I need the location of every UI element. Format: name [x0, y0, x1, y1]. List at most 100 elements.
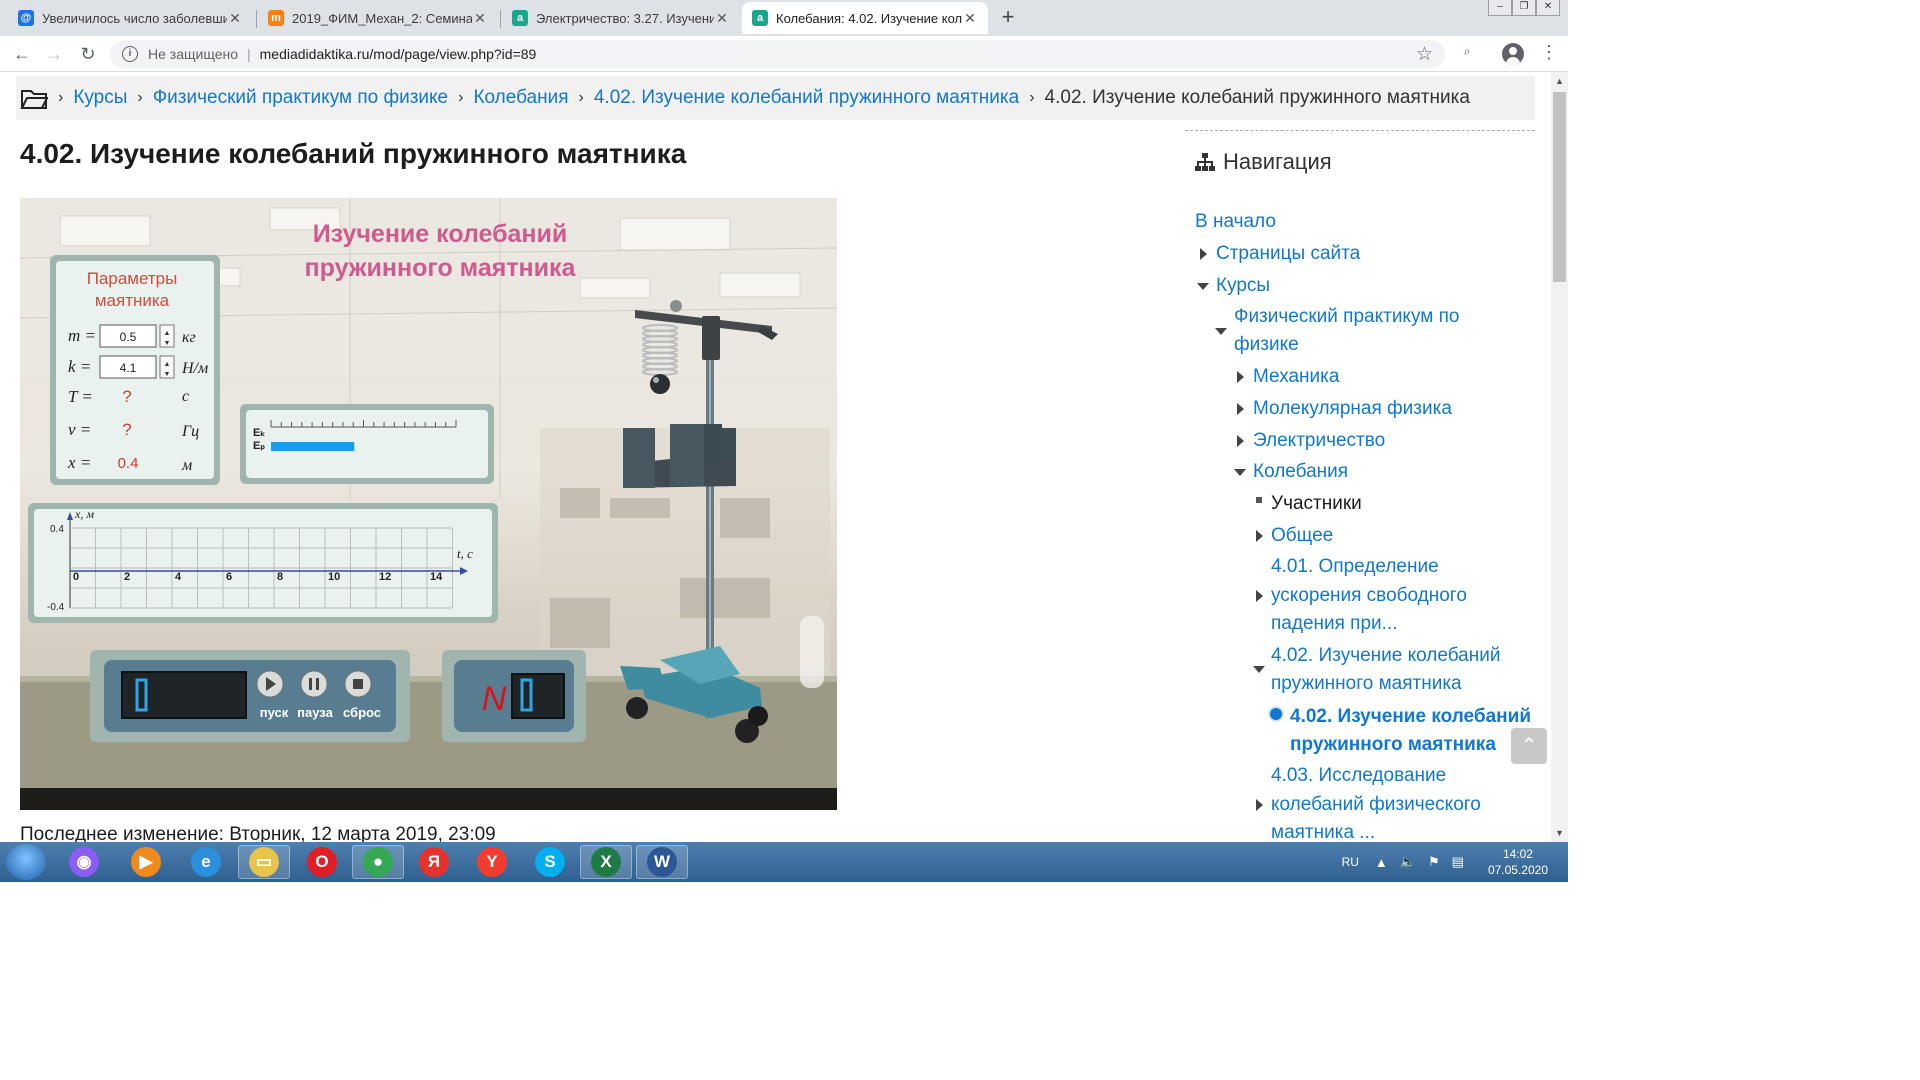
taskbar-app[interactable]: e — [180, 845, 232, 879]
nav-general[interactable]: Общее — [1271, 522, 1333, 550]
start-button[interactable] — [6, 844, 46, 880]
nav-item-401-line2[interactable]: ускорения свободного — [1271, 582, 1467, 610]
caret-down-icon[interactable] — [1253, 666, 1265, 673]
network-icon[interactable]: ▤ — [1452, 854, 1464, 870]
graph-x-tick-label: 0 — [73, 571, 79, 583]
flag-icon[interactable]: ⚑ — [1428, 854, 1440, 870]
taskbar-app[interactable]: Я — [408, 845, 460, 879]
taskbar-app[interactable]: O — [296, 845, 348, 879]
taskbar-app[interactable]: Y — [466, 845, 518, 879]
browser-tab-active[interactable]: a Колебания: 4.02. Изучение коле ✕ — [742, 2, 988, 34]
pause-button-label[interactable]: пауза — [297, 705, 333, 720]
param-T-unit: с — [182, 388, 189, 405]
skype-icon: S — [535, 847, 565, 877]
breadcrumb: › Курсы › Физический практикум по физике… — [16, 76, 1535, 120]
caret-down-icon[interactable] — [1215, 328, 1227, 335]
nav-home-link[interactable]: В начало — [1195, 208, 1276, 236]
nav-item-402-line2[interactable]: пружинного маятника — [1271, 670, 1462, 698]
nav-molecular[interactable]: Молекулярная физика — [1253, 395, 1452, 423]
browser-tab[interactable]: @ Увеличилось число заболевши ✕ — [8, 2, 253, 34]
address-bar[interactable]: i Не защищено | mediadidaktika.ru/mod/pa… — [110, 40, 1445, 68]
start-button-label[interactable]: пуск — [260, 705, 289, 720]
nav-course-line2[interactable]: физике — [1234, 331, 1299, 359]
caret-down-icon[interactable] — [1197, 283, 1209, 290]
restore-button[interactable]: ❐ — [1512, 0, 1536, 16]
menu-dots-icon[interactable]: ⋮ — [1540, 42, 1558, 63]
profile-avatar[interactable] — [1502, 43, 1524, 65]
nav-item-403-line1[interactable]: 4.03. Исследование — [1271, 762, 1446, 790]
search-extension-icon[interactable]: ⌕ — [1458, 44, 1476, 62]
language-indicator[interactable]: RU — [1342, 855, 1359, 869]
close-icon[interactable]: ✕ — [962, 10, 978, 27]
param-m-input[interactable]: 0.5 — [120, 330, 137, 344]
alice-icon: ◉ — [69, 847, 99, 877]
scroll-down-icon[interactable]: ▼ — [1555, 828, 1564, 838]
taskbar-app[interactable]: X — [580, 845, 632, 879]
caret-right-icon[interactable] — [1256, 799, 1263, 811]
taskbar-app[interactable]: ◉ — [58, 845, 110, 879]
excel-icon: X — [591, 847, 621, 877]
breadcrumb-link-courses[interactable]: Курсы — [73, 87, 127, 109]
volume-icon[interactable]: 🔈 — [1400, 854, 1416, 870]
close-icon[interactable]: ✕ — [227, 10, 243, 27]
dashboard-folder-icon[interactable] — [20, 86, 48, 110]
scrollbar-thumb[interactable] — [1553, 92, 1566, 282]
scroll-up-icon[interactable]: ▲ — [1555, 76, 1564, 86]
caret-down-icon[interactable] — [1234, 469, 1246, 476]
page-scrollbar[interactable]: ▲ ▼ — [1551, 72, 1568, 842]
windows-taskbar: ◉ ▶ e ▭ O ● Я Y S X W RU ▲ 🔈 ⚑ ▤ 14:02 07.05.2020 — [0, 842, 1568, 882]
nav-current-page-line2[interactable]: пружинного маятника — [1290, 731, 1496, 759]
close-icon[interactable]: ✕ — [714, 10, 730, 27]
caret-right-icon[interactable] — [1237, 371, 1244, 383]
svg-text:▲: ▲ — [164, 330, 171, 337]
caret-right-icon[interactable] — [1237, 435, 1244, 447]
nav-oscillations[interactable]: Колебания — [1253, 458, 1348, 486]
media-player-icon: ▶ — [131, 847, 161, 877]
caret-right-icon[interactable] — [1200, 248, 1207, 260]
taskbar-app[interactable]: S — [524, 845, 576, 879]
scroll-to-top-button[interactable]: ⌃ — [1511, 728, 1547, 764]
new-tab-button[interactable]: + — [996, 4, 1020, 30]
browser-tab[interactable]: a Электричество: 3.27. Изучение ✕ — [502, 2, 740, 34]
nav-item-401-line3[interactable]: падения при... — [1271, 610, 1398, 638]
pendulum-simulation[interactable]: Изучение колебаний пружинного маятника П… — [20, 198, 837, 810]
nav-participants[interactable]: Участники — [1271, 490, 1362, 518]
taskbar-app[interactable]: ▶ — [120, 845, 172, 879]
reload-icon[interactable]: ↻ — [76, 42, 100, 66]
nav-item-401-line1[interactable]: 4.01. Определение — [1271, 553, 1439, 581]
nav-item-403-line2[interactable]: колебаний физического — [1271, 791, 1481, 819]
caret-right-icon[interactable] — [1237, 403, 1244, 415]
energy-panel: Eₖ Eₚ — [240, 404, 494, 484]
param-k-input[interactable]: 4.1 — [120, 361, 137, 375]
graph-panel: x, м t, с 0.4 -0.4 0 2 4 6 8 10 12 14 — [28, 503, 498, 623]
bookmark-star-icon[interactable]: ☆ — [1416, 43, 1433, 66]
nav-course-line1[interactable]: Физический практикум по — [1234, 303, 1459, 331]
yandex-browser-icon: Y — [477, 847, 507, 877]
nav-current-page-line1[interactable]: 4.02. Изучение колебаний — [1290, 703, 1531, 731]
nav-electricity[interactable]: Электричество — [1253, 427, 1385, 455]
caret-right-icon[interactable] — [1256, 590, 1263, 602]
minimize-button[interactable]: ‒ — [1488, 0, 1512, 16]
close-window-button[interactable]: ✕ — [1536, 0, 1560, 16]
nav-mechanics[interactable]: Механика — [1253, 363, 1339, 391]
nav-courses[interactable]: Курсы — [1216, 272, 1270, 300]
breadcrumb-link-activity[interactable]: 4.02. Изучение колебаний пружинного маят… — [594, 87, 1019, 109]
taskbar-app[interactable]: W — [636, 845, 688, 879]
taskbar-app[interactable]: ▭ — [238, 845, 290, 879]
info-icon[interactable]: i — [122, 46, 138, 62]
forward-icon[interactable]: → — [42, 42, 66, 66]
taskbar-app[interactable]: ● — [352, 845, 404, 879]
breadcrumb-link-course[interactable]: Физический практикум по физике — [153, 87, 448, 109]
browser-tab[interactable]: m 2019_ФИМ_Механ_2: Семинарс ✕ — [258, 2, 498, 34]
caret-right-icon[interactable] — [1256, 530, 1263, 542]
clock[interactable]: 14:02 07.05.2020 — [1488, 846, 1548, 878]
close-icon[interactable]: ✕ — [472, 10, 488, 27]
reset-button-label[interactable]: сброс — [343, 705, 381, 720]
nav-site-pages[interactable]: Страницы сайта — [1216, 240, 1360, 268]
url-text[interactable]: mediadidaktika.ru/mod/page/view.php?id=8… — [260, 46, 537, 62]
back-icon[interactable]: ← — [10, 42, 34, 66]
show-hidden-icons-icon[interactable]: ▲ — [1375, 855, 1388, 870]
breadcrumb-link-section[interactable]: Колебания — [473, 87, 568, 109]
nav-item-402-line1[interactable]: 4.02. Изучение колебаний — [1271, 642, 1500, 670]
browser-tab-strip: @ Увеличилось число заболевши ✕ m 2019_Ф… — [0, 0, 1568, 36]
